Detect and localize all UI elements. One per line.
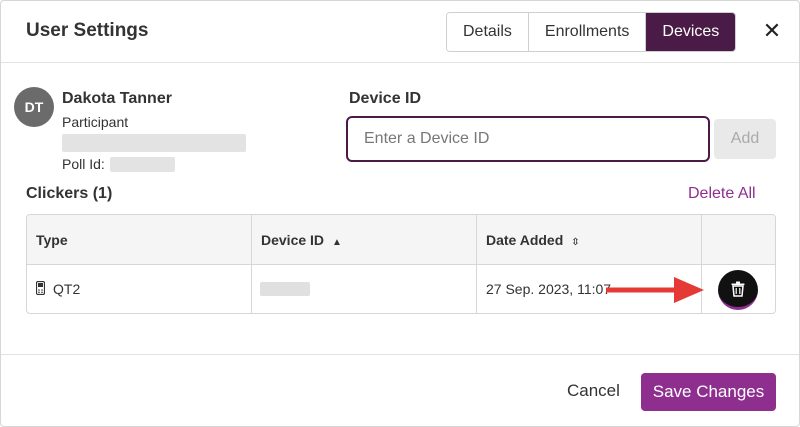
tab-bar: Details Enrollments Devices [446, 12, 737, 52]
clickers-heading: Clickers (1) [26, 185, 113, 202]
poll-id-label: Poll Id: [62, 156, 105, 172]
sort-toggle-icon[interactable]: ⇳ [571, 237, 579, 248]
cell-type: QT2 [27, 265, 252, 313]
trash-icon [731, 281, 745, 297]
redacted-device-id [260, 282, 310, 296]
user-role: Participant [62, 114, 129, 130]
avatar: DT [14, 87, 54, 127]
cell-device-id [252, 265, 477, 313]
column-header-type: Type [27, 215, 252, 265]
column-header-device-id-label: Device ID [261, 232, 325, 248]
cancel-button[interactable]: Cancel [567, 381, 620, 401]
redacted-email [62, 134, 246, 152]
user-name: Dakota Tanner [62, 90, 172, 107]
dialog-footer: Cancel Save Changes [1, 354, 799, 426]
tab-enrollments[interactable]: Enrollments [528, 13, 647, 51]
clicker-device-icon [35, 266, 46, 313]
add-device-button[interactable]: Add [714, 119, 776, 159]
column-header-device-id[interactable]: Device ID ▲ [252, 215, 477, 265]
delete-all-link[interactable]: Delete All [688, 185, 756, 203]
redacted-poll-id [110, 157, 175, 172]
delete-device-button[interactable] [718, 270, 758, 310]
column-header-type-label: Type [36, 232, 68, 248]
cell-actions [702, 265, 775, 313]
tab-devices[interactable]: Devices [646, 13, 736, 51]
user-settings-dialog: User Settings Details Enrollments Device… [0, 0, 800, 427]
dialog-title: User Settings [26, 20, 149, 41]
tab-details[interactable]: Details [447, 13, 529, 51]
device-id-label: Device ID [349, 90, 422, 107]
device-id-input[interactable] [346, 116, 710, 162]
column-header-actions [702, 215, 775, 265]
clicker-type: QT2 [53, 281, 81, 297]
sort-ascending-icon[interactable]: ▲ [332, 237, 342, 248]
table-header: Type Device ID ▲ Date Added ⇳ [27, 215, 775, 265]
dialog-header: User Settings Details Enrollments Device… [1, 1, 799, 63]
annotation-arrow-icon [606, 277, 704, 303]
close-icon[interactable]: ✕ [762, 19, 782, 43]
column-header-date-added[interactable]: Date Added ⇳ [477, 215, 702, 265]
save-changes-button[interactable]: Save Changes [641, 373, 776, 411]
column-header-date-added-label: Date Added [486, 232, 564, 248]
